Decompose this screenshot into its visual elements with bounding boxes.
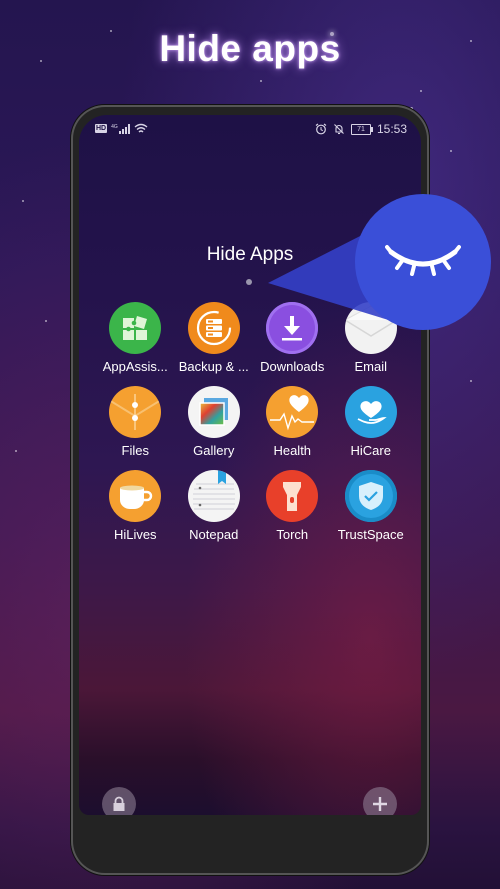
app-trustspace[interactable]: TrustSpace: [332, 470, 411, 542]
puzzle-icon: [109, 302, 162, 354]
wifi-icon: [134, 123, 148, 133]
app-health[interactable]: Health: [253, 386, 332, 458]
add-app-button[interactable]: [363, 787, 397, 815]
app-label: AppAssis...: [102, 359, 168, 374]
app-label: TrustSpace: [337, 527, 404, 542]
app-label: Files: [121, 443, 149, 458]
heart-hand-icon: [344, 386, 397, 438]
app-notepad[interactable]: Notepad: [175, 470, 254, 542]
torch-icon: [266, 470, 319, 522]
page-indicator-dot: [246, 279, 252, 285]
battery-icon: 71: [350, 123, 373, 135]
heart-pulse-icon: [266, 386, 319, 438]
clock: 15:53: [376, 122, 407, 136]
app-label: Downloads: [260, 359, 325, 374]
app-label: Backup & ...: [178, 359, 249, 374]
mute-icon: [334, 124, 344, 135]
app-gallery[interactable]: Gallery: [175, 386, 254, 458]
headline-title: Hide apps: [159, 28, 341, 69]
hd-icon: HD: [95, 124, 108, 133]
status-bar: HD 4G 71 15:53: [79, 121, 421, 139]
app-label: Torch: [276, 527, 309, 542]
lock-button[interactable]: [102, 787, 136, 815]
app-hilives[interactable]: HiLives: [96, 470, 175, 542]
coffee-cup-icon: [109, 470, 162, 522]
app-label: Email: [354, 359, 387, 374]
app-appassistant[interactable]: AppAssis...: [96, 302, 175, 374]
app-label: HiCare: [350, 443, 391, 458]
app-label: Notepad: [189, 527, 239, 542]
app-label: HiLives: [113, 527, 157, 542]
shield-check-icon: [344, 470, 397, 522]
app-downloads[interactable]: Downloads: [253, 302, 332, 374]
app-backup[interactable]: Backup & ...: [175, 302, 254, 374]
gallery-icon: [187, 386, 240, 438]
app-hicare[interactable]: HiCare: [332, 386, 411, 458]
plus-icon: [373, 797, 387, 811]
notepad-icon: [187, 470, 240, 522]
app-label: Health: [273, 443, 312, 458]
download-icon: [266, 302, 319, 354]
app-grid: AppAssis... Backup & ... Downloads Email…: [96, 302, 410, 542]
backup-icon: [187, 302, 240, 354]
app-label: Gallery: [193, 443, 235, 458]
signal-icon: 4G: [111, 123, 130, 134]
hide-callout-bubble: [355, 194, 491, 330]
lock-icon: [113, 796, 125, 811]
alarm-icon: [315, 123, 327, 135]
app-torch[interactable]: Torch: [253, 470, 332, 542]
app-files[interactable]: Files: [96, 386, 175, 458]
folder-envelope-icon: [109, 386, 162, 438]
closed-eye-icon: [385, 245, 461, 276]
